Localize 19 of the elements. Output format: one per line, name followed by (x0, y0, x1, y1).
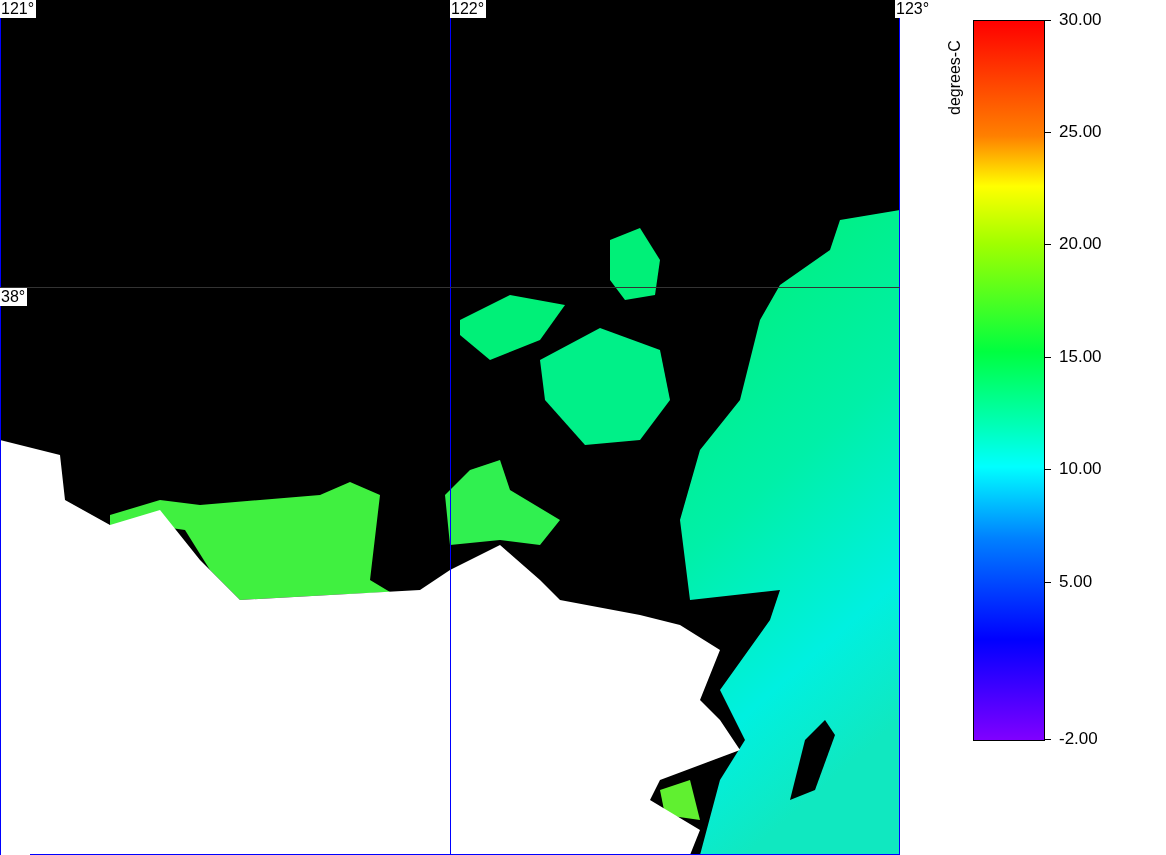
colorbar-title: degrees-C (946, 40, 964, 115)
tick-label: 30.00 (1059, 10, 1102, 30)
tick-label: 5.00 (1059, 572, 1093, 592)
tick-mark (1045, 19, 1051, 21)
tick-label: 10.00 (1059, 459, 1102, 479)
tick-label: 15.00 (1059, 347, 1102, 367)
tick-label: 20.00 (1059, 234, 1102, 254)
tick-mark (1045, 581, 1051, 583)
longitude-label: 123° (895, 0, 932, 18)
tick-mark (1045, 738, 1051, 740)
tick-label: 25.00 (1059, 122, 1102, 142)
tick-label: -2.00 (1059, 729, 1098, 749)
longitude-label: 122° (450, 0, 487, 18)
tick-mark (1045, 356, 1051, 358)
tick-mark (1045, 131, 1051, 133)
tick-mark (1045, 243, 1051, 245)
latitude-label: 38° (0, 288, 28, 306)
tick-mark (1045, 468, 1051, 470)
longitude-label: 121° (0, 0, 37, 18)
